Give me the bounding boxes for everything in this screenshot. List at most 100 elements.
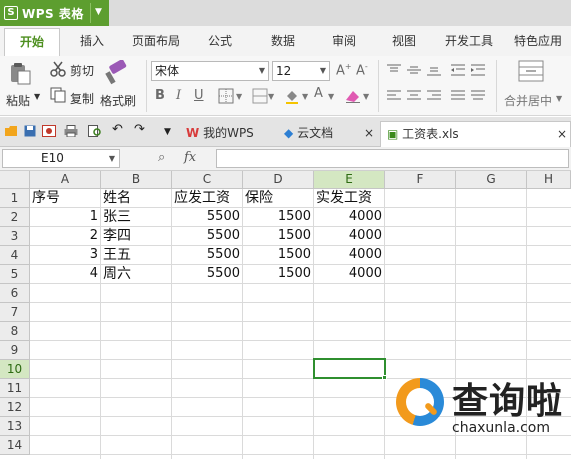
tab-view[interactable]: 视图 xyxy=(392,32,416,49)
cell-c5[interactable]: 5500 xyxy=(172,265,243,284)
tab-developer[interactable]: 开发工具 xyxy=(445,32,493,49)
cell-a1[interactable]: 序号 xyxy=(30,189,101,208)
align-right-icon[interactable] xyxy=(426,90,442,102)
column-header-f[interactable]: F xyxy=(385,171,456,189)
merge-center-button[interactable]: 合并居中 xyxy=(504,92,552,109)
chevron-down-icon[interactable]: ▼ xyxy=(302,92,308,101)
scissors-icon[interactable] xyxy=(50,61,66,77)
cell-c3[interactable]: 5500 xyxy=(172,227,243,246)
cell-a4[interactable]: 3 xyxy=(30,246,101,265)
chevron-down-icon[interactable]: ▼ xyxy=(556,94,562,103)
cell-a3[interactable]: 2 xyxy=(30,227,101,246)
align-top-icon[interactable] xyxy=(386,64,402,76)
row-header-8[interactable]: 8 xyxy=(0,322,30,341)
copy-icon[interactable] xyxy=(50,87,66,103)
column-header-a[interactable]: A xyxy=(30,171,101,189)
row-header-10[interactable]: 10 xyxy=(0,360,30,379)
column-header-g[interactable]: G xyxy=(456,171,527,189)
font-size-select[interactable]: 12 ▼ xyxy=(272,61,330,81)
row-header-9[interactable]: 9 xyxy=(0,341,30,360)
cell-b1[interactable]: 姓名 xyxy=(101,189,172,208)
cell-c1[interactable]: 应发工资 xyxy=(172,189,243,208)
function-icon[interactable]: fx xyxy=(184,150,196,165)
italic-icon[interactable]: I xyxy=(176,88,181,103)
align-center-icon[interactable] xyxy=(406,90,422,102)
cell-d4[interactable]: 1500 xyxy=(243,246,314,265)
tab-formulas[interactable]: 公式 xyxy=(208,32,232,49)
active-cell-e10[interactable] xyxy=(313,358,386,379)
formula-input[interactable] xyxy=(216,149,569,168)
row-header-13[interactable]: 13 xyxy=(0,417,30,436)
zoom-search-icon[interactable]: ⌕ xyxy=(158,150,165,165)
bold-icon[interactable]: B xyxy=(155,88,165,103)
merge-center-icon[interactable] xyxy=(518,60,544,82)
row-header-5[interactable]: 5 xyxy=(0,265,30,284)
cell-e4[interactable]: 4000 xyxy=(314,246,385,265)
tab-cloud-docs[interactable]: ◆ 云文档 × xyxy=(284,121,378,147)
cell-b3[interactable]: 李四 xyxy=(101,227,172,246)
distributed-align-icon[interactable] xyxy=(470,90,486,102)
decrease-font-icon[interactable]: A- xyxy=(356,62,368,78)
tab-insert[interactable]: 插入 xyxy=(80,32,104,49)
cell-e2[interactable]: 4000 xyxy=(314,208,385,227)
paste-icon[interactable] xyxy=(8,62,32,86)
border-icon[interactable] xyxy=(218,88,234,104)
cell-a5[interactable]: 4 xyxy=(30,265,101,284)
increase-font-icon[interactable]: A+ xyxy=(336,62,352,78)
tab-page-layout[interactable]: 页面布局 xyxy=(132,32,180,49)
column-header-h[interactable]: H xyxy=(527,171,571,189)
chevron-down-icon[interactable]: ▼ xyxy=(236,92,242,101)
redo-icon[interactable]: ↷ xyxy=(134,122,145,137)
format-painter-button[interactable]: 格式刷 xyxy=(100,92,136,109)
cell-b4[interactable]: 王五 xyxy=(101,246,172,265)
open-folder-icon[interactable] xyxy=(4,125,18,140)
tab-home[interactable]: 开始 xyxy=(4,28,60,56)
chevron-down-icon[interactable]: ▼ xyxy=(164,127,171,137)
underline-icon[interactable]: U xyxy=(194,88,204,103)
fill-handle[interactable] xyxy=(382,375,387,380)
row-header-6[interactable]: 6 xyxy=(0,284,30,303)
tab-salary-sheet[interactable]: ▣ 工资表.xls × xyxy=(380,121,571,147)
row-header-7[interactable]: 7 xyxy=(0,303,30,322)
cell-a2[interactable]: 1 xyxy=(30,208,101,227)
tab-my-wps[interactable]: W 我的WPS xyxy=(186,121,280,147)
cell-e3[interactable]: 4000 xyxy=(314,227,385,246)
row-header-3[interactable]: 3 xyxy=(0,227,30,246)
align-left-icon[interactable] xyxy=(386,90,402,102)
row-header-1[interactable]: 1 xyxy=(0,189,30,208)
print-preview-icon[interactable] xyxy=(88,125,102,140)
align-bottom-icon[interactable] xyxy=(426,64,442,76)
chevron-down-icon[interactable]: ▼ xyxy=(268,92,274,101)
column-header-b[interactable]: B xyxy=(101,171,172,189)
tab-data[interactable]: 数据 xyxy=(271,32,295,49)
undo-icon[interactable]: ↶ xyxy=(112,122,123,137)
tab-special[interactable]: 特色应用 xyxy=(514,32,562,49)
format-painter-icon[interactable] xyxy=(104,59,130,86)
row-header-11[interactable]: 11 xyxy=(0,379,30,398)
cell-c4[interactable]: 5500 xyxy=(172,246,243,265)
chevron-down-icon[interactable]: ▼ xyxy=(328,92,334,101)
clear-format-icon[interactable] xyxy=(344,88,362,104)
cell-c2[interactable]: 5500 xyxy=(172,208,243,227)
row-header-2[interactable]: 2 xyxy=(0,208,30,227)
outdent-icon[interactable] xyxy=(450,64,466,76)
name-box[interactable]: E10 ▼ xyxy=(2,149,120,168)
print-icon[interactable] xyxy=(64,125,78,140)
tab-review[interactable]: 审阅 xyxy=(332,32,356,49)
font-color-icon[interactable]: A xyxy=(314,86,323,101)
cell-d2[interactable]: 1500 xyxy=(243,208,314,227)
row-header-12[interactable]: 12 xyxy=(0,398,30,417)
cell-e5[interactable]: 4000 xyxy=(314,265,385,284)
column-header-c[interactable]: C xyxy=(172,171,243,189)
cut-button[interactable]: 剪切 xyxy=(70,62,94,79)
paste-button[interactable]: 粘贴 xyxy=(6,92,30,109)
app-menu-button[interactable]: S WPS 表格 ▼ xyxy=(0,0,109,26)
justify-icon[interactable] xyxy=(450,90,466,102)
cell-d5[interactable]: 1500 xyxy=(243,265,314,284)
chevron-down-icon[interactable]: ▼ xyxy=(363,92,369,101)
indent-icon[interactable] xyxy=(470,64,486,76)
cell-e1[interactable]: 实发工资 xyxy=(314,189,385,208)
close-icon[interactable]: × xyxy=(364,121,374,145)
fill-color-icon[interactable] xyxy=(284,88,300,104)
cell-b2[interactable]: 张三 xyxy=(101,208,172,227)
